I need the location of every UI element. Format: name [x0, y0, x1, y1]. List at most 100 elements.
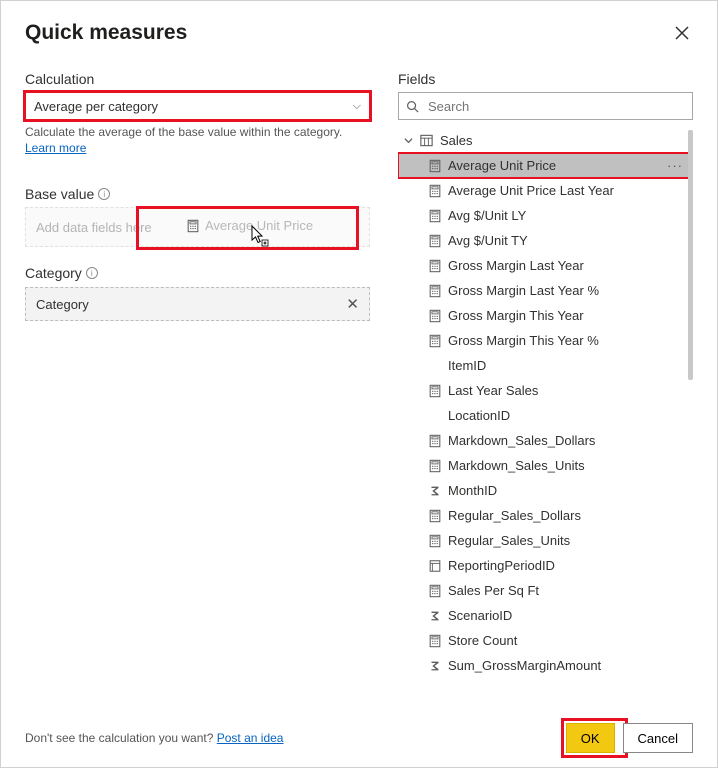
chevron-down-icon: ⌵: [353, 100, 361, 113]
sigma-icon: [428, 659, 442, 673]
calculation-label: Calculation: [25, 71, 370, 87]
search-icon: [405, 99, 420, 114]
field-row[interactable]: Markdown_Sales_Units: [398, 453, 693, 478]
field-row[interactable]: Gross Margin Last Year: [398, 253, 693, 278]
field-label: Average Unit Price Last Year: [448, 184, 614, 197]
dialog-header: Quick measures: [25, 21, 693, 47]
field-label: Markdown_Sales_Dollars: [448, 434, 595, 447]
remove-category-icon[interactable]: ✕: [346, 295, 359, 313]
calc-icon: [428, 384, 442, 398]
field-label: Gross Margin This Year: [448, 309, 584, 322]
field-label: Last Year Sales: [448, 384, 538, 397]
category-label: Category i: [25, 265, 370, 281]
calc-icon: [428, 434, 442, 448]
field-row[interactable]: ScenarioID: [398, 603, 693, 628]
field-row[interactable]: Last Year Sales: [398, 378, 693, 403]
table-label: Sales: [440, 134, 473, 147]
field-label: Sum_GrossMarginAmount: [448, 659, 601, 672]
field-label: LocationID: [448, 409, 510, 422]
sigma-icon: [428, 609, 442, 623]
field-row[interactable]: Regular_Sales_Units: [398, 528, 693, 553]
highlight-box: [136, 206, 359, 250]
calc-icon: [428, 184, 442, 198]
drag-ghost: Average Unit Price: [186, 218, 313, 233]
calc-icon: [428, 234, 442, 248]
calc-icon: [428, 284, 442, 298]
base-value-dropzone[interactable]: Add data fields here Average Unit Price: [25, 207, 370, 247]
calculation-description: Calculate the average of the base value …: [25, 124, 370, 156]
field-label: Avg $/Unit TY: [448, 234, 528, 247]
calc-icon: [428, 634, 442, 648]
field-row[interactable]: Sales Per Sq Ft: [398, 578, 693, 603]
calc-icon: [428, 334, 442, 348]
fields-label: Fields: [398, 71, 693, 87]
field-label: ReportingPeriodID: [448, 559, 555, 572]
field-label: Markdown_Sales_Units: [448, 459, 585, 472]
field-row[interactable]: Avg $/Unit TY: [398, 228, 693, 253]
calc-icon: [428, 584, 442, 598]
calc-icon: [428, 534, 442, 548]
field-row[interactable]: Sum_GrossMarginAmount: [398, 653, 693, 678]
more-icon[interactable]: ···: [667, 159, 683, 172]
base-value-label: Base value i: [25, 186, 370, 202]
quick-measures-dialog: Quick measures Calculation Average per c…: [1, 1, 717, 767]
fields-tree: Sales Average Unit Price···Average Unit …: [398, 128, 693, 678]
field-row[interactable]: Gross Margin Last Year %: [398, 278, 693, 303]
field-label: Regular_Sales_Dollars: [448, 509, 581, 522]
footer-text: Don't see the calculation you want? Post…: [25, 731, 283, 745]
category-value: Category: [36, 297, 89, 312]
field-label: Gross Margin Last Year %: [448, 284, 599, 297]
chevron-down-icon: [404, 136, 413, 145]
calc-icon: [428, 209, 442, 223]
tree-table-sales[interactable]: Sales: [398, 128, 693, 153]
field-label: MonthID: [448, 484, 497, 497]
field-label: Gross Margin This Year %: [448, 334, 599, 347]
field-row[interactable]: Markdown_Sales_Dollars: [398, 428, 693, 453]
info-icon[interactable]: i: [98, 188, 110, 200]
fields-search[interactable]: [398, 92, 693, 120]
field-label: Average Unit Price: [448, 159, 556, 172]
field-row[interactable]: ReportingPeriodID: [398, 553, 693, 578]
field-row[interactable]: ItemID: [398, 353, 693, 378]
calculation-value: Average per category: [34, 99, 158, 114]
cancel-button[interactable]: Cancel: [623, 723, 693, 753]
scrollbar[interactable]: [688, 130, 693, 380]
cursor-icon: [251, 225, 269, 247]
field-label: Avg $/Unit LY: [448, 209, 526, 222]
category-chip[interactable]: Category ✕: [25, 287, 370, 321]
learn-more-link[interactable]: Learn more: [25, 141, 86, 155]
field-label: Gross Margin Last Year: [448, 259, 584, 272]
close-button[interactable]: [671, 21, 693, 47]
sigma-icon: [428, 484, 442, 498]
calculation-select[interactable]: Average per category ⌵: [25, 92, 370, 120]
dialog-footer: Don't see the calculation you want? Post…: [25, 713, 693, 753]
calc-icon: [428, 509, 442, 523]
field-label: Sales Per Sq Ft: [448, 584, 539, 597]
dialog-title: Quick measures: [25, 21, 187, 45]
field-row[interactable]: Gross Margin This Year: [398, 303, 693, 328]
fields-panel: Fields Sales Average Unit Price···Averag…: [398, 71, 693, 713]
search-input[interactable]: [426, 98, 686, 115]
field-row[interactable]: Gross Margin This Year %: [398, 328, 693, 353]
calc-icon: [428, 159, 442, 173]
table-icon: [419, 133, 434, 148]
field-row[interactable]: LocationID: [398, 403, 693, 428]
dropzone-placeholder: Add data fields here: [36, 220, 152, 235]
ok-button[interactable]: OK: [566, 723, 615, 753]
field-row[interactable]: MonthID: [398, 478, 693, 503]
field-label: Store Count: [448, 634, 517, 647]
field-label: ItemID: [448, 359, 486, 372]
post-idea-link[interactable]: Post an idea: [217, 731, 284, 745]
left-panel: Calculation Average per category ⌵ Calcu…: [25, 71, 370, 713]
field-row[interactable]: Regular_Sales_Dollars: [398, 503, 693, 528]
field-row[interactable]: Avg $/Unit LY: [398, 203, 693, 228]
info-icon[interactable]: i: [86, 267, 98, 279]
calc-icon: [428, 309, 442, 323]
field-row[interactable]: Store Count: [398, 628, 693, 653]
field-row[interactable]: Average Unit Price ···: [398, 153, 693, 178]
field-row[interactable]: Average Unit Price Last Year: [398, 178, 693, 203]
calc-icon: [428, 259, 442, 273]
field-label: ScenarioID: [448, 609, 512, 622]
calc-icon: [428, 459, 442, 473]
field-label: Regular_Sales_Units: [448, 534, 570, 547]
